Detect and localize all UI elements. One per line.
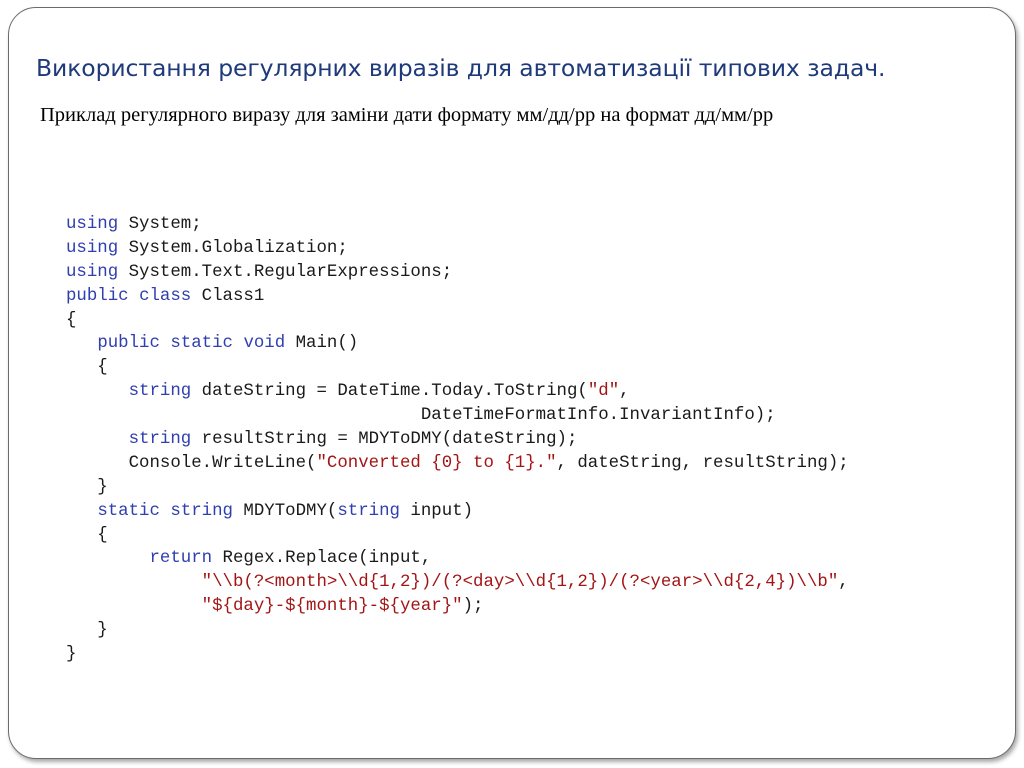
code-text: DateTimeFormatInfo.InvariantInfo); — [66, 406, 776, 426]
code-text: , — [838, 573, 849, 593]
slide-subtitle: Приклад регулярного виразу для заміни да… — [40, 104, 774, 126]
code-line: { — [66, 524, 849, 548]
code-line: using System.Globalization; — [66, 237, 849, 261]
code-keyword: static — [97, 501, 160, 521]
code-keyword: public — [97, 334, 160, 354]
code-line: Console.WriteLine("Converted {0} to {1}.… — [66, 452, 849, 476]
code-line: using System; — [66, 213, 849, 237]
code-line: public class Class1 — [66, 285, 849, 309]
code-string: "${day}-${month}-${year}" — [201, 597, 463, 617]
code-line: } — [66, 643, 849, 667]
code-keyword: return — [149, 549, 213, 569]
slide-title: Використання регулярних виразів для авто… — [36, 54, 886, 82]
code-text: System.Text.RegularExpressions; — [118, 262, 453, 282]
code-line: static string MDYToDMY(string input) — [66, 500, 849, 524]
code-line: "\\b(?<month>\\d{1,2})/(?<day>\\d{1,2})/… — [66, 571, 849, 595]
code-line: string resultString = MDYToDMY(dateStrin… — [66, 428, 849, 452]
code-line: { — [66, 356, 849, 380]
code-text: Main() — [285, 334, 359, 354]
code-line: } — [66, 476, 849, 500]
code-line: DateTimeFormatInfo.InvariantInfo); — [66, 404, 849, 428]
code-string: "Converted {0} to {1}." — [316, 453, 557, 473]
code-text: ); — [462, 597, 484, 617]
code-text: MDYToDMY( — [233, 501, 338, 521]
code-text: { — [66, 310, 77, 330]
code-line: { — [66, 309, 849, 333]
code-string: "d" — [587, 382, 620, 402]
code-text: { — [66, 525, 108, 545]
code-text: , dateString, resultString); — [556, 453, 849, 473]
code-keyword: using — [66, 262, 119, 282]
code-line: "${day}-${month}-${year}"); — [66, 595, 849, 619]
code-keyword: using — [66, 215, 119, 234]
code-text: } — [66, 645, 77, 665]
code-keyword: string — [170, 501, 233, 521]
code-line: } — [66, 619, 849, 643]
code-line: using System.Text.RegularExpressions; — [66, 261, 849, 285]
code-text: , — [619, 382, 630, 402]
code-text: resultString = MDYToDMY(dateString); — [191, 430, 578, 450]
code-line: return Regex.Replace(input, — [66, 547, 849, 571]
code-text: Class1 — [191, 286, 265, 306]
code-text: System.Globalization; — [118, 238, 348, 258]
code-text: Console.WriteLine( — [66, 453, 317, 473]
code-text: input) — [400, 501, 474, 521]
code-keyword: using — [66, 238, 119, 258]
code-keyword: string — [337, 501, 400, 521]
code-keyword: class — [139, 286, 192, 306]
code-line: string dateString = DateTime.Today.ToStr… — [66, 380, 849, 404]
code-keyword: string — [128, 430, 192, 450]
code-string: "\\b(?<month>\\d{1,2})/(?<day>\\d{1,2})/… — [201, 573, 839, 593]
code-text: dateString = DateTime.Today.ToString( — [191, 382, 588, 402]
code-text: System; — [118, 215, 202, 234]
code-text: { — [66, 358, 108, 378]
code-keyword: static — [170, 334, 233, 354]
code-text: } — [66, 621, 108, 641]
code-block: using System; using System.Globalization;… — [66, 213, 849, 667]
code-keyword: void — [243, 334, 286, 354]
code-text: } — [66, 477, 108, 497]
code-text: Regex.Replace(input, — [212, 549, 432, 569]
code-keyword: public — [66, 286, 129, 306]
code-line: public static void Main() — [66, 332, 849, 356]
code-keyword: string — [128, 382, 192, 402]
